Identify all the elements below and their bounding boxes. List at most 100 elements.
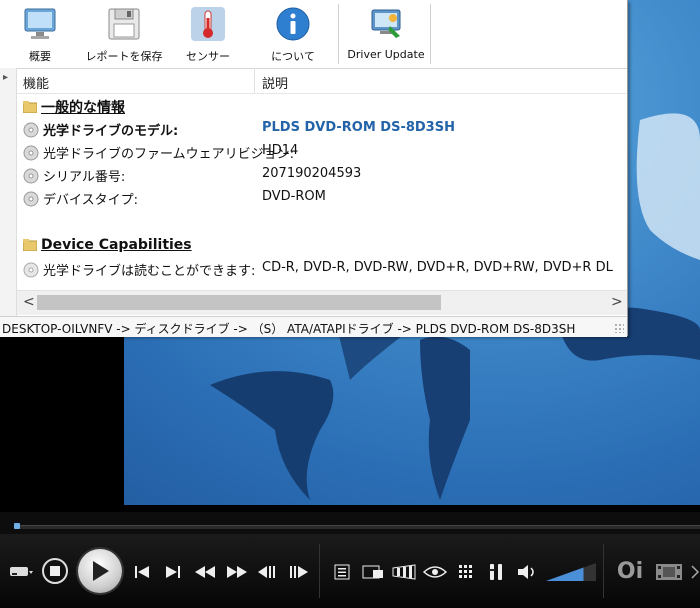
device-path: DESKTOP-OILVNFV -> ディスクドライブ -> （S） ATA/A… bbox=[2, 322, 576, 336]
fast-forward-icon bbox=[227, 566, 247, 578]
frame-forward-button[interactable] bbox=[287, 562, 311, 582]
optical-disc-icon bbox=[23, 168, 39, 183]
property-grid: 機能 説明 一般的な情報 光学ドライブのモデル: PLDS DVD-ROM DS… bbox=[17, 68, 627, 290]
driver-update-icon bbox=[366, 4, 406, 44]
toolbar: 概要 レポートを保存 センサー について Driver Update bbox=[0, 0, 627, 69]
property-row[interactable]: 光学ドライブは読むことができます: CD-R, DVD-R, DVD-RW, D… bbox=[17, 257, 627, 280]
speaker-icon bbox=[518, 565, 534, 579]
save-report-label: レポートを保存 bbox=[85, 50, 163, 63]
toolbar-separator bbox=[430, 4, 431, 64]
film-icon bbox=[656, 564, 682, 580]
skip-previous-icon bbox=[135, 566, 149, 578]
sensor-button[interactable]: センサー bbox=[184, 4, 232, 64]
property-name: 光学ドライブのファームウェアリビジョン: bbox=[43, 147, 294, 162]
fast-forward-button[interactable] bbox=[225, 562, 249, 582]
status-bar: DESKTOP-OILVNFV -> ディスクドライブ -> （S） ATA/A… bbox=[0, 316, 627, 337]
driver-update-button[interactable]: Driver Update bbox=[346, 4, 426, 64]
tree-expand-icon: ▸ bbox=[3, 72, 9, 83]
grid-menu-button[interactable] bbox=[456, 562, 476, 582]
player-controls: Oi bbox=[0, 534, 700, 608]
property-value: HD14 bbox=[262, 143, 299, 158]
volume-button[interactable] bbox=[516, 562, 540, 582]
rewind-icon bbox=[195, 566, 215, 578]
play-button[interactable] bbox=[78, 549, 122, 593]
property-name: デバイスタイプ: bbox=[43, 193, 138, 208]
vr-view-button[interactable] bbox=[422, 562, 448, 582]
property-value: CD-R, DVD-R, DVD-RW, DVD+R, DVD+RW, DVD+… bbox=[262, 260, 613, 275]
controls-separator bbox=[319, 544, 320, 598]
scroll-left-arrow[interactable]: < bbox=[23, 294, 35, 310]
property-row[interactable]: デバイスタイプ: DVD-ROM bbox=[17, 186, 627, 209]
scrollbar-thumb[interactable] bbox=[37, 295, 441, 310]
skip-next-icon bbox=[166, 566, 180, 578]
eject-icon bbox=[10, 567, 33, 576]
monitor-icon bbox=[20, 4, 60, 44]
save-report-button[interactable]: レポートを保存 bbox=[85, 4, 163, 64]
info-icon bbox=[273, 4, 313, 44]
letterbox-bottom bbox=[0, 505, 700, 512]
device-info-window: 概要 レポートを保存 センサー について Driver Update ▸ 機能 … bbox=[0, 0, 628, 337]
screen-capture-button[interactable] bbox=[361, 562, 385, 582]
section-row-general[interactable]: 一般的な情報 bbox=[17, 94, 627, 117]
property-row[interactable]: 光学ドライブのモデル: PLDS DVD-ROM DS-8D3SH bbox=[17, 117, 627, 140]
section-title: 一般的な情報 bbox=[41, 100, 125, 116]
property-row[interactable]: シリアル番号: 207190204593 bbox=[17, 163, 627, 186]
resize-grip[interactable] bbox=[614, 323, 624, 333]
thermometer-icon bbox=[188, 4, 228, 44]
playlist-icon bbox=[334, 564, 350, 580]
eye-icon bbox=[423, 566, 447, 578]
property-value: PLDS DVD-ROM DS-8D3SH bbox=[262, 120, 455, 135]
grid-icon bbox=[459, 565, 472, 578]
toolbar-separator bbox=[338, 4, 339, 64]
horizontal-scrollbar[interactable]: < > bbox=[17, 290, 627, 315]
more-button[interactable] bbox=[690, 562, 700, 582]
eject-button[interactable] bbox=[8, 560, 34, 582]
video-settings-button[interactable] bbox=[391, 562, 417, 582]
folder-icon bbox=[23, 101, 37, 113]
volume-slider[interactable] bbox=[546, 561, 596, 581]
stop-button[interactable] bbox=[42, 558, 68, 584]
column-header-description[interactable]: 説明 bbox=[262, 73, 288, 92]
tree-panel-edge[interactable]: ▸ bbox=[0, 68, 17, 316]
frame-back-button[interactable] bbox=[255, 562, 279, 582]
tools-button[interactable] bbox=[485, 562, 507, 582]
cd-icon bbox=[23, 262, 39, 277]
scroll-right-arrow[interactable]: > bbox=[611, 294, 623, 310]
floppy-disk-icon bbox=[104, 4, 144, 44]
optical-disc-icon bbox=[23, 145, 39, 160]
frame-back-icon bbox=[258, 566, 275, 578]
more-icon bbox=[691, 565, 699, 579]
grid-header: 機能 説明 bbox=[17, 68, 627, 94]
volume-level-icon bbox=[546, 563, 596, 581]
frame-forward-icon bbox=[290, 566, 308, 578]
optical-disc-icon bbox=[23, 191, 39, 206]
property-name: シリアル番号: bbox=[43, 170, 126, 185]
tools-icon bbox=[489, 564, 502, 580]
about-label: について bbox=[271, 50, 315, 63]
playlist-button[interactable] bbox=[332, 562, 352, 582]
property-value: DVD-ROM bbox=[262, 189, 326, 204]
property-name: 光学ドライブのモデル: bbox=[43, 124, 179, 139]
seek-bar[interactable] bbox=[0, 512, 700, 534]
about-button[interactable]: について bbox=[266, 4, 320, 64]
summary-label: 概要 bbox=[29, 50, 51, 63]
seek-track[interactable] bbox=[14, 525, 700, 529]
seek-knob[interactable] bbox=[14, 523, 20, 529]
folder-icon bbox=[23, 239, 37, 251]
film-strip-icon bbox=[392, 564, 416, 580]
sensor-label: センサー bbox=[186, 50, 230, 63]
controls-separator bbox=[603, 544, 604, 598]
rewind-button[interactable] bbox=[193, 562, 217, 582]
column-header-feature[interactable]: 機能 bbox=[23, 73, 49, 92]
property-row[interactable]: 光学ドライブのファームウェアリビジョン: HD14 bbox=[17, 140, 627, 163]
next-button[interactable] bbox=[163, 562, 183, 582]
previous-button[interactable] bbox=[132, 562, 152, 582]
film-button[interactable] bbox=[654, 562, 684, 582]
driver-update-label: Driver Update bbox=[347, 48, 425, 61]
property-value: 207190204593 bbox=[262, 166, 362, 181]
brand-logo[interactable]: Oi bbox=[612, 558, 648, 584]
capture-icon bbox=[362, 565, 383, 579]
summary-button[interactable]: 概要 bbox=[16, 4, 64, 64]
column-divider[interactable] bbox=[254, 68, 255, 93]
section-row-device-capabilities[interactable]: Device Capabilities bbox=[17, 234, 627, 257]
